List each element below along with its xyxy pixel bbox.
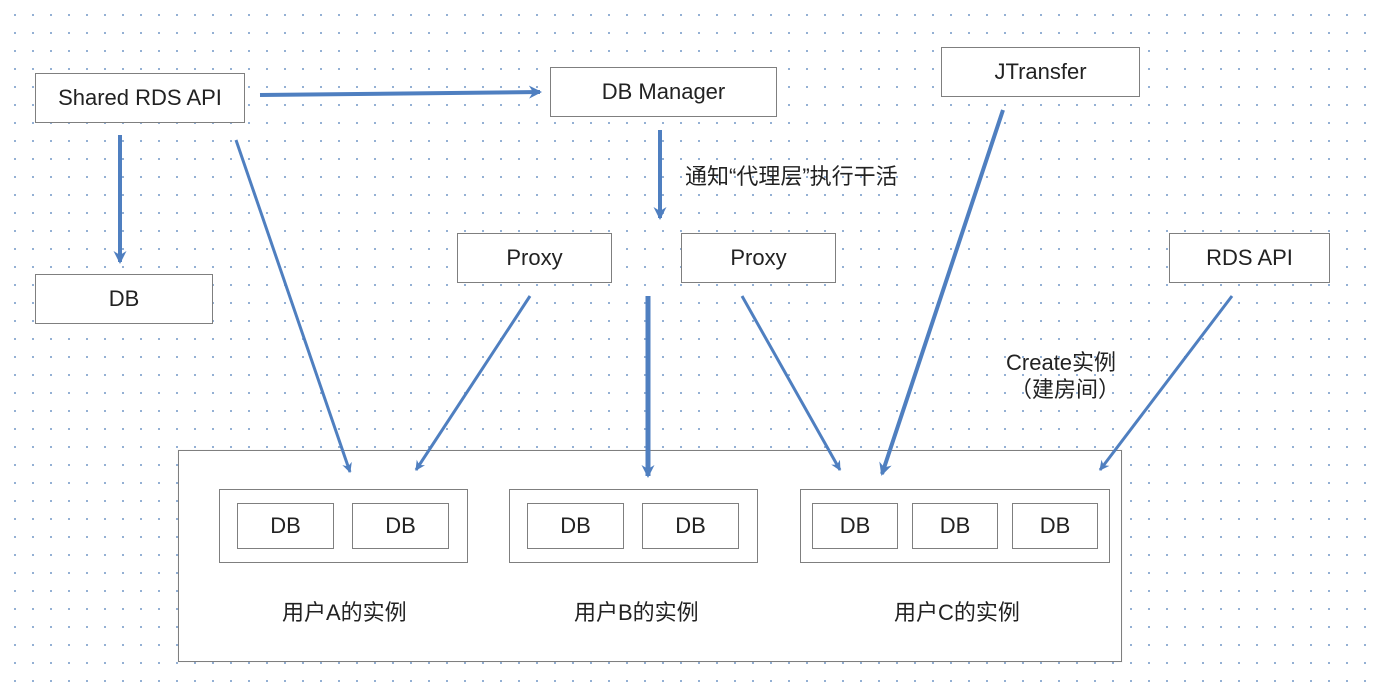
db-c2-label: DB xyxy=(940,513,971,539)
user-b-instance-caption: 用户B的实例 xyxy=(574,595,699,627)
rds-api-box: RDS API xyxy=(1169,233,1330,283)
db-a2-box: DB xyxy=(352,503,449,549)
diagram-stage: Shared RDS API DB Manager JTransfer DB P… xyxy=(0,0,1376,696)
proxy1-label: Proxy xyxy=(506,245,562,271)
db-c3-label: DB xyxy=(1040,513,1071,539)
arrow-proxy2-down xyxy=(742,296,840,470)
db-left-label: DB xyxy=(109,286,140,312)
db-manager-box: DB Manager xyxy=(550,67,777,117)
arrow-shared-to-dbmanager xyxy=(260,92,540,95)
db-b2-label: DB xyxy=(675,513,706,539)
db-a1-label: DB xyxy=(270,513,301,539)
proxy1-box: Proxy xyxy=(457,233,612,283)
db-a2-label: DB xyxy=(385,513,416,539)
db-c1-label: DB xyxy=(840,513,871,539)
db-c3-box: DB xyxy=(1012,503,1098,549)
db-manager-label: DB Manager xyxy=(602,79,726,105)
db-a1-box: DB xyxy=(237,503,334,549)
proxy2-label: Proxy xyxy=(730,245,786,271)
jtransfer-box: JTransfer xyxy=(941,47,1140,97)
rds-api-label: RDS API xyxy=(1206,245,1293,271)
db-left-box: DB xyxy=(35,274,213,324)
arrow-shared-to-usera xyxy=(236,140,350,472)
db-b1-label: DB xyxy=(560,513,591,539)
create-instance-annotation-line2: （建房间） xyxy=(1010,372,1120,404)
notify-proxy-annotation: 通知“代理层”执行干活 xyxy=(685,159,898,191)
arrow-jtransfer-down xyxy=(882,110,1003,474)
db-c2-box: DB xyxy=(912,503,998,549)
proxy2-box: Proxy xyxy=(681,233,836,283)
db-b2-box: DB xyxy=(642,503,739,549)
jtransfer-label: JTransfer xyxy=(994,59,1086,85)
db-c1-box: DB xyxy=(812,503,898,549)
db-b1-box: DB xyxy=(527,503,624,549)
arrow-proxy1-down xyxy=(416,296,530,470)
user-c-instance-caption: 用户C的实例 xyxy=(894,595,1020,627)
shared-rds-api-box: Shared RDS API xyxy=(35,73,245,123)
shared-rds-api-label: Shared RDS API xyxy=(58,85,222,111)
user-a-instance-caption: 用户A的实例 xyxy=(282,595,407,627)
